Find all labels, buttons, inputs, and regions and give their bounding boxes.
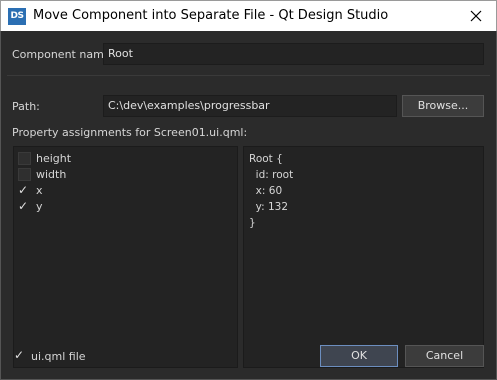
title-bar: DS Move Component into Separate File - Q…: [0, 0, 497, 31]
code-preview: Root { id: root x: 60 y: 132 }: [243, 146, 484, 368]
component-name-label: Component name:: [12, 48, 115, 61]
checkmark-icon: ✓: [18, 199, 29, 213]
code-line: id: root: [249, 169, 294, 181]
ok-button[interactable]: OK: [320, 345, 398, 367]
app-logo-icon: DS: [8, 8, 26, 25]
property-label: width: [36, 168, 67, 181]
width-checkbox[interactable]: [18, 168, 31, 181]
separator: [7, 75, 490, 76]
code-line: x: 60: [249, 185, 283, 197]
browse-button[interactable]: Browse...: [402, 95, 484, 117]
code-line: y: 132: [249, 201, 289, 213]
code-line: }: [249, 217, 256, 229]
property-label: height: [36, 152, 72, 165]
path-label: Path:: [12, 100, 40, 113]
property-assignments-label: Property assignments for Screen01.ui.qml…: [12, 126, 248, 139]
path-input[interactable]: C:\dev\examples\progressbar: [103, 95, 397, 117]
close-icon: [470, 10, 482, 22]
property-label: y: [36, 200, 43, 213]
checkmark-icon: ✓: [18, 183, 29, 197]
uiqml-file-option[interactable]: ✓ ui.qml file: [14, 348, 114, 365]
window-title: Move Component into Separate File - Qt D…: [33, 8, 389, 23]
uiqml-checkbox-checkmark-icon[interactable]: ✓: [14, 348, 24, 362]
property-item-width[interactable]: width: [18, 167, 228, 183]
component-name-input[interactable]: Root: [103, 43, 484, 65]
property-item-y[interactable]: ✓ y: [18, 199, 228, 215]
uiqml-file-label: ui.qml file: [31, 350, 86, 363]
height-checkbox[interactable]: [18, 152, 31, 165]
x-checkbox[interactable]: ✓: [18, 183, 31, 197]
property-label: x: [36, 184, 43, 197]
y-checkbox[interactable]: ✓: [18, 199, 31, 213]
property-item-x[interactable]: ✓ x: [18, 183, 228, 199]
code-line: Root {: [249, 153, 283, 165]
close-button[interactable]: [465, 5, 487, 27]
property-list: height width ✓ x ✓ y: [13, 146, 238, 368]
cancel-button[interactable]: Cancel: [405, 345, 484, 367]
property-item-height[interactable]: height: [18, 151, 228, 167]
